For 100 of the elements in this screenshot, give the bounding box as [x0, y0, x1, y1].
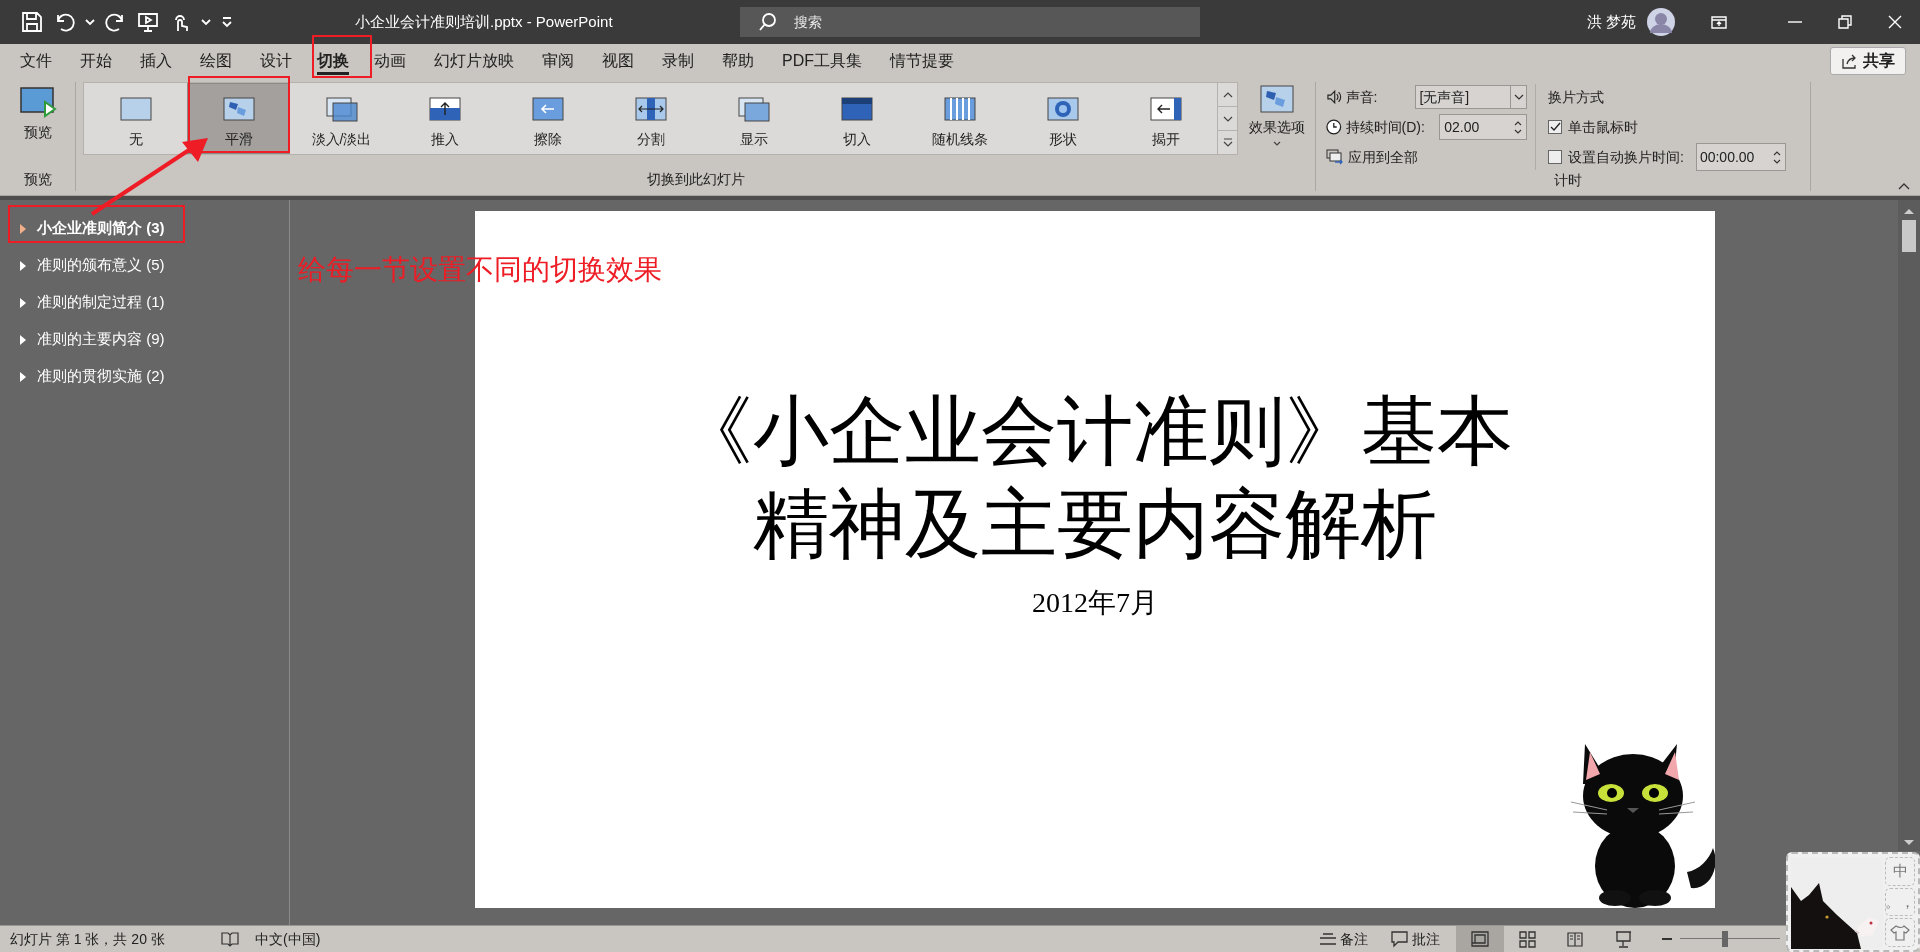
transition-icon [941, 95, 978, 123]
share-button[interactable]: 共享 [1830, 47, 1906, 75]
slide-sorter-icon [1518, 929, 1538, 949]
checkbox-label: 设置自动换片时间: [1568, 147, 1684, 167]
effect-options-icon [1259, 84, 1295, 114]
search-icon [758, 12, 778, 32]
caret-icon [1273, 141, 1281, 147]
duration-spinner[interactable]: 02.00 [1439, 114, 1527, 140]
duration-label: 持续时间(D): [1345, 117, 1426, 137]
ribbon-display-icon[interactable] [1710, 13, 1728, 31]
expand-arrow-icon[interactable] [19, 370, 27, 383]
clock-icon [1326, 119, 1342, 135]
slide-subtitle: 2012年7月 [1032, 586, 1158, 620]
transition-option[interactable]: 分割 [599, 83, 702, 154]
transition-option[interactable]: 淡入/淡出 [290, 83, 393, 154]
checkbox[interactable] [1548, 150, 1562, 164]
transition-option[interactable]: 推入 [393, 83, 496, 154]
menu-tab[interactable]: 视图 [591, 46, 645, 76]
scrollbar[interactable] [1898, 200, 1920, 851]
transition-icon [529, 95, 566, 123]
scroll-down-arrow-icon[interactable] [1902, 837, 1916, 847]
spinner-arrows-icon [1513, 119, 1523, 135]
comment-icon [1390, 930, 1409, 948]
presentation-icon[interactable] [136, 10, 160, 34]
spelling-check-icon[interactable] [220, 930, 240, 948]
menu-tab[interactable]: 审阅 [531, 46, 585, 76]
caret-icon [1513, 93, 1524, 101]
zoom-slider-thumb[interactable] [1722, 931, 1729, 947]
spinner-arrows-icon [1771, 149, 1782, 165]
save-icon[interactable] [20, 10, 44, 34]
checkbox[interactable] [1548, 120, 1562, 134]
search-field[interactable]: 搜索 [740, 7, 1200, 37]
transition-option[interactable]: 揭开 [1114, 83, 1217, 154]
transition-icon [735, 95, 772, 123]
speaker-icon [1326, 89, 1342, 105]
close-icon[interactable] [1887, 14, 1903, 30]
section-item[interactable]: 准则的主要内容 (9) [0, 321, 289, 358]
menu-tab[interactable]: PDF工具集 [771, 46, 873, 76]
section-item[interactable]: 小企业准则简介 (3) [0, 210, 289, 247]
collapse-ribbon-icon[interactable] [1898, 182, 1910, 191]
menu-tab[interactable]: 设计 [249, 46, 303, 76]
transition-option[interactable]: 随机线条 [908, 83, 1011, 154]
preview-button[interactable]: 预览 [11, 86, 64, 148]
avatar-icon[interactable] [1646, 7, 1676, 37]
transition-option[interactable]: 平滑 [187, 83, 290, 154]
menu-tab[interactable]: 动画 [363, 46, 417, 76]
sound-dropdown[interactable]: [无声音] [1415, 85, 1527, 109]
transition-icon [220, 95, 257, 123]
caret-icon[interactable] [84, 16, 96, 28]
normal-view-icon [1470, 929, 1490, 949]
section-item[interactable]: 准则的制定过程 (1) [0, 284, 289, 321]
expand-arrow-icon[interactable] [19, 333, 27, 346]
transition-icon [117, 95, 154, 123]
menu-tab[interactable]: 开始 [69, 46, 123, 76]
menu-tab[interactable]: 帮助 [711, 46, 765, 76]
view-button[interactable] [1456, 926, 1504, 952]
apply-all-button[interactable]: 应用到全部 [1326, 144, 1527, 170]
caret-icon[interactable] [200, 16, 212, 28]
transition-option[interactable]: 切入 [805, 83, 908, 154]
section-item[interactable]: 准则的贯彻实施 (2) [0, 358, 289, 395]
group-label: 计时 [1553, 171, 1583, 190]
menu-tab[interactable]: 幻灯片放映 [423, 46, 525, 76]
menu-tab[interactable]: 插入 [129, 46, 183, 76]
restore-icon[interactable] [1837, 14, 1853, 30]
group-label: 切换到此幻灯片 [645, 170, 746, 189]
sound-label: 声音: [1345, 87, 1379, 107]
menu-tab[interactable]: 切换 [306, 46, 360, 76]
share-icon [1841, 53, 1857, 69]
menu-tab[interactable]: 情节提要 [879, 46, 965, 76]
transition-icon [1044, 95, 1081, 123]
preview-icon [18, 86, 57, 118]
transition-option[interactable]: 擦除 [496, 83, 599, 154]
transition-option[interactable]: 无 [84, 83, 187, 154]
expand-arrow-icon[interactable] [19, 296, 27, 309]
ime-button[interactable]: 。， [1885, 887, 1915, 917]
reading-view-icon [1566, 929, 1586, 949]
effect-options-button[interactable]: 效果选项 [1244, 82, 1310, 147]
highlight-frame [312, 35, 372, 78]
expand-gallery-icon[interactable] [1221, 137, 1234, 148]
section-item[interactable]: 准则的颁布意义 (5) [0, 247, 289, 284]
ime-skin-button[interactable] [1885, 918, 1915, 947]
customize-icon[interactable] [220, 15, 234, 29]
time-spinner[interactable]: 00:00.00 [1695, 143, 1786, 171]
notes-button[interactable]: 备注 [1318, 928, 1368, 950]
transition-option[interactable]: 形状 [1011, 83, 1114, 154]
group-label: 预览 [23, 170, 52, 189]
scrollbar-thumb[interactable] [1902, 220, 1916, 252]
comments-button[interactable]: 批注 [1390, 928, 1440, 950]
transition-option[interactable]: 显示 [702, 83, 805, 154]
scroll-up-arrow-icon[interactable] [1902, 206, 1916, 216]
advance-heading: 换片方式 [1548, 88, 1605, 107]
expand-arrow-icon[interactable] [19, 222, 27, 235]
menu-tab[interactable]: 绘图 [189, 46, 243, 76]
expand-arrow-icon[interactable] [19, 259, 27, 272]
transition-icon [632, 95, 669, 123]
ime-button[interactable]: 中 [1885, 857, 1915, 886]
zoom-slider[interactable] [1680, 931, 1780, 947]
menu-tab[interactable]: 文件 [9, 46, 63, 76]
menu-tab[interactable]: 录制 [651, 46, 705, 76]
apply-all-icon [1326, 149, 1344, 165]
